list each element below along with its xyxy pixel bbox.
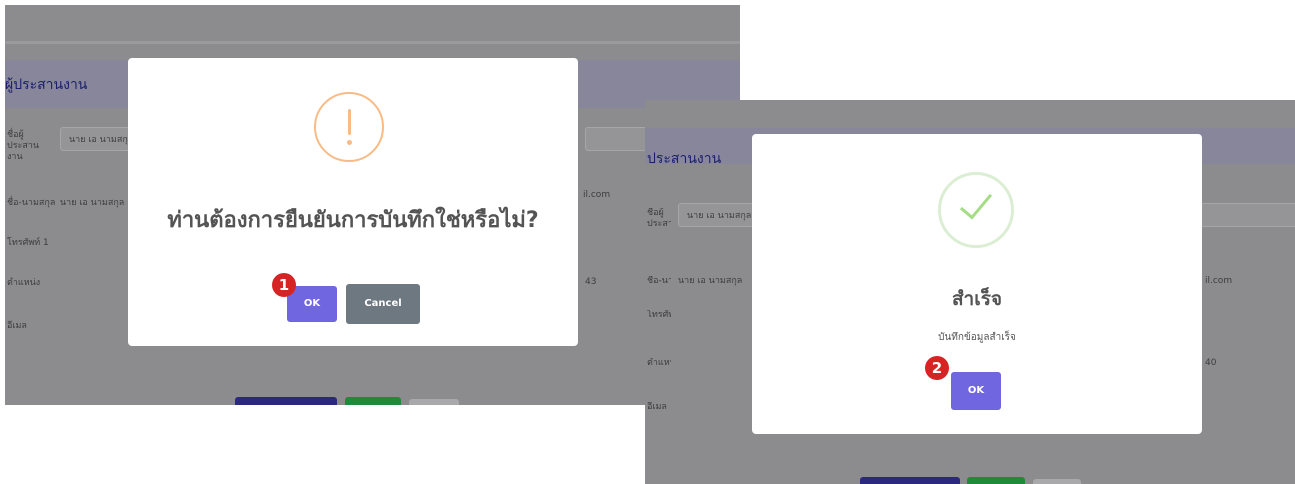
bg-row-label: ชื่อ-นามสกุล: [647, 276, 671, 286]
bg-row-input[interactable]: นาย เอ นามสกุล: [678, 203, 758, 227]
bg-row-label: ตำแหน่ง: [647, 358, 671, 368]
bg-divider: [5, 41, 740, 44]
dialog-message: บันทึกข้อมูลสำเร็จ: [938, 332, 1016, 343]
dialog-title: สำเร็จ: [951, 288, 1003, 310]
bg-email-value: il.com: [583, 190, 611, 200]
bg-save-button[interactable]: [235, 397, 337, 405]
ok-button[interactable]: OK: [287, 286, 337, 322]
bg-number-value: 43: [585, 277, 597, 287]
bg-row-label: โทรศัพท์ 1: [647, 310, 671, 320]
bg-confirm-button[interactable]: [967, 477, 1025, 484]
bg-save-button[interactable]: [860, 477, 960, 484]
ok-button[interactable]: OK: [951, 372, 1001, 410]
confirm-dialog: ท่านต้องการยืนยันการบันทึกใช่หรือไม่? OK…: [128, 58, 578, 346]
warning-icon: [314, 92, 384, 162]
bg-section-title: ประสานงาน: [647, 151, 722, 167]
bg-row-value: นาย เอ นามสกุล: [60, 198, 125, 208]
bg-email-value: il.com: [1205, 276, 1233, 286]
bg-section-title: ผู้ประสานงาน: [5, 77, 88, 93]
bg-row-label: ตำแหน่ง: [7, 278, 41, 288]
bg-row-input[interactable]: [1200, 203, 1295, 227]
bg-row-label: อีเมล: [7, 321, 27, 331]
bg-row-input[interactable]: นาย เอ นามสกุล: [60, 127, 135, 151]
bg-row-label: ชื่อผู้ประสานงาน: [647, 208, 671, 232]
success-dialog: สำเร็จ บันทึกข้อมูลสำเร็จ OK: [752, 134, 1202, 434]
dialog-title: ท่านต้องการยืนยันการบันทึกใช่หรือไม่?: [167, 208, 539, 233]
bg-cancel-button[interactable]: [1033, 479, 1081, 484]
success-check-icon: [938, 172, 1014, 248]
cancel-button[interactable]: Cancel: [346, 284, 420, 324]
bg-row-label: ชื่อผู้ประสานงาน: [7, 130, 40, 162]
bg-row-label: อีเมล: [647, 402, 667, 412]
bg-row-label: ชื่อ-นามสกุล: [7, 198, 56, 208]
bg-confirm-button[interactable]: [345, 397, 401, 405]
bg-row-label: โทรศัพท์ 1: [7, 238, 49, 248]
step-badge: 2: [925, 356, 949, 380]
bg-cancel-button[interactable]: [409, 399, 459, 405]
bg-number-value: 40: [1205, 358, 1217, 368]
bg-row-value: นาย เอ นามสกุล: [678, 276, 743, 286]
step-badge: 1: [272, 273, 296, 297]
